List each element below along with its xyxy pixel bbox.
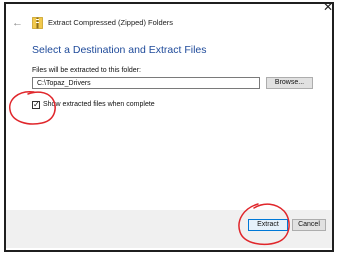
close-button[interactable]: ✕ bbox=[322, 1, 334, 13]
zipped-folder-icon bbox=[32, 17, 43, 29]
back-button[interactable]: ← bbox=[12, 17, 23, 29]
dialog-title: Extract Compressed (Zipped) Folders bbox=[48, 18, 174, 27]
show-files-checkbox[interactable]: ✓ bbox=[32, 101, 40, 109]
page-heading: Select a Destination and Extract Files bbox=[32, 44, 207, 56]
back-arrow-icon: ← bbox=[12, 17, 23, 29]
close-icon: ✕ bbox=[322, 0, 334, 14]
show-files-label[interactable]: Show extracted files when complete bbox=[43, 101, 155, 108]
cancel-button[interactable]: Cancel bbox=[292, 219, 326, 231]
extract-button[interactable]: Extract bbox=[248, 219, 288, 231]
destination-label: Files will be extracted to this folder: bbox=[32, 67, 141, 74]
destination-path-input[interactable]: C:\Topaz_Drivers bbox=[32, 77, 260, 89]
browse-button[interactable]: Browse... bbox=[266, 77, 313, 89]
